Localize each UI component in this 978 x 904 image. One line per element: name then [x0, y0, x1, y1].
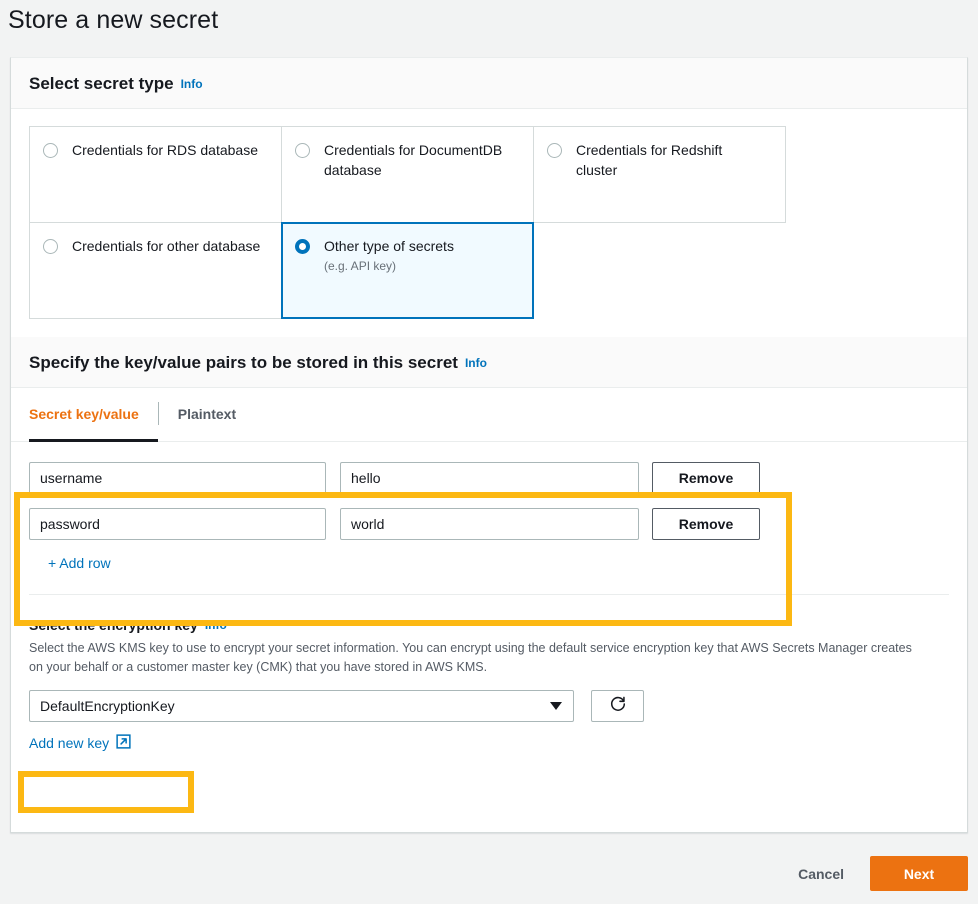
page-root: Store a new secret Select secret type Inf… [0, 0, 978, 904]
radio-icon[interactable] [43, 239, 58, 254]
secret-key-input-2[interactable] [29, 508, 326, 540]
chevron-down-icon [550, 702, 562, 710]
add-new-key-label: Add new key [29, 735, 109, 751]
kv-rows: Remove Remove + Add row [11, 442, 967, 595]
tab-secret-key-value[interactable]: Secret key/value [29, 388, 158, 442]
secret-key-input-1[interactable] [29, 462, 326, 494]
secret-type-option-other-secrets[interactable]: Other type of secrets (e.g. API key) [281, 222, 534, 319]
secret-type-header: Select secret type Info [11, 58, 967, 109]
page-title: Store a new secret [8, 6, 218, 35]
secret-type-row-2: Credentials for other database Other typ… [29, 222, 949, 319]
encryption-section: Select the encryption key Info Select the… [11, 595, 967, 773]
encryption-description: Select the AWS KMS key to use to encrypt… [29, 639, 919, 677]
tab-plaintext[interactable]: Plaintext [159, 388, 255, 442]
radio-icon-selected[interactable] [295, 239, 310, 254]
secret-type-options: Credentials for RDS database Credentials… [11, 109, 967, 337]
tab-label: Plaintext [178, 406, 236, 422]
encryption-key-selected-value: DefaultEncryptionKey [40, 698, 175, 714]
remove-row-button-1[interactable]: Remove [652, 462, 760, 494]
option-label: Credentials for other database [72, 237, 260, 257]
radio-icon[interactable] [43, 143, 58, 158]
kv-section-info-link[interactable]: Info [465, 356, 487, 370]
kv-row: Remove [29, 508, 949, 540]
secret-type-option-other-database[interactable]: Credentials for other database [29, 222, 282, 319]
next-button[interactable]: Next [870, 856, 968, 891]
refresh-keys-button[interactable] [591, 690, 644, 722]
secret-type-option-documentdb[interactable]: Credentials for DocumentDB database [281, 126, 534, 223]
encryption-heading: Select the encryption key [29, 617, 198, 633]
external-link-icon [116, 734, 131, 752]
kv-tabs: Secret key/value Plaintext [11, 388, 967, 442]
add-new-key-link[interactable]: Add new key [29, 734, 131, 752]
option-label: Credentials for Redshift cluster [576, 141, 766, 181]
option-label: Other type of secrets [324, 237, 454, 257]
form-footer: Cancel Next [0, 856, 978, 891]
encryption-key-select[interactable]: DefaultEncryptionKey [29, 690, 574, 722]
secret-value-input-2[interactable] [340, 508, 639, 540]
encryption-key-controls: DefaultEncryptionKey [29, 690, 949, 722]
add-row-link[interactable]: + Add row [48, 555, 111, 571]
kv-row: Remove [29, 462, 949, 494]
secret-type-row-1: Credentials for RDS database Credentials… [29, 126, 949, 223]
radio-icon[interactable] [547, 143, 562, 158]
radio-icon[interactable] [295, 143, 310, 158]
secret-type-info-link[interactable]: Info [181, 77, 203, 91]
tab-label: Secret key/value [29, 406, 139, 422]
secret-value-input-1[interactable] [340, 462, 639, 494]
option-sublabel: (e.g. API key) [324, 258, 454, 275]
option-label: Credentials for DocumentDB database [324, 141, 514, 181]
kv-section-heading: Specify the key/value pairs to be stored… [29, 353, 458, 373]
secret-type-heading: Select secret type [29, 74, 174, 94]
form-panel: Select secret type Info Credentials for R… [10, 57, 968, 833]
remove-row-button-2[interactable]: Remove [652, 508, 760, 540]
kv-section-header: Specify the key/value pairs to be stored… [11, 337, 967, 388]
secret-type-option-rds[interactable]: Credentials for RDS database [29, 126, 282, 223]
option-label: Credentials for RDS database [72, 141, 258, 161]
secret-type-option-redshift[interactable]: Credentials for Redshift cluster [533, 126, 786, 223]
encryption-info-link[interactable]: Info [205, 618, 227, 632]
refresh-icon [609, 695, 627, 718]
cancel-button[interactable]: Cancel [794, 858, 848, 890]
